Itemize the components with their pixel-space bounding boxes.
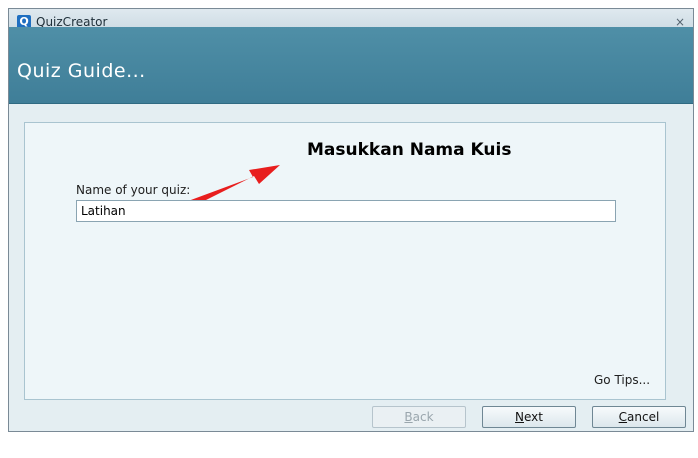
wizard-header: Quiz Guide... [9, 27, 693, 104]
content-panel [24, 122, 666, 400]
next-button[interactable]: Next [482, 406, 576, 428]
cancel-label-rest: ancel [627, 410, 660, 424]
quiz-name-label: Name of your quiz: [76, 183, 191, 197]
page-title: Quiz Guide... [17, 60, 146, 82]
next-mnemonic: N [515, 410, 524, 424]
cancel-mnemonic: C [618, 410, 628, 424]
back-label-rest: ack [412, 410, 434, 424]
next-label-rest: ext [524, 410, 543, 424]
annotation-caption: Masukkan Nama Kuis [307, 140, 512, 160]
go-tips-link[interactable]: Go Tips... [594, 373, 650, 387]
back-mnemonic: B [404, 410, 413, 424]
cancel-button[interactable]: Cancel [592, 406, 686, 428]
back-button[interactable]: Back [372, 406, 466, 428]
quiz-name-input[interactable] [76, 200, 616, 222]
